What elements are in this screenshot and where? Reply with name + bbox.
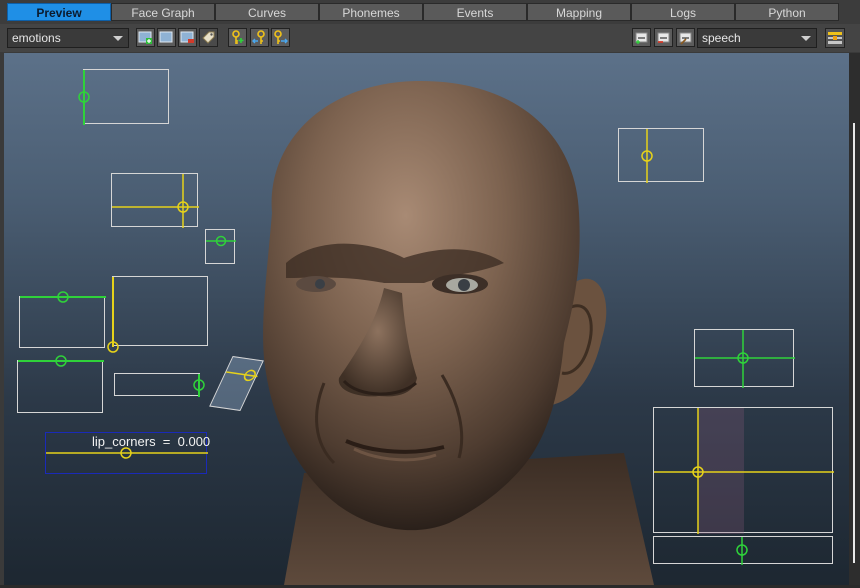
remove-frame-icon (180, 31, 194, 43)
slider-remove-icon (657, 32, 670, 43)
control-brow-left[interactable] (78, 69, 169, 125)
chevron-down-icon (801, 36, 811, 41)
key-add-button[interactable] (228, 28, 247, 47)
key-add-icon (232, 30, 244, 44)
control-brow-right[interactable] (111, 173, 199, 228)
control-jaw[interactable] (107, 276, 208, 353)
add-frame-icon (138, 31, 152, 44)
speech-dropdown[interactable]: speech (697, 28, 817, 48)
speech-dropdown-value: speech (702, 31, 741, 45)
frame-button[interactable] (157, 28, 176, 47)
key-right-button[interactable] (271, 28, 290, 47)
control-head-tilt[interactable] (653, 536, 833, 565)
control-mouth-horizontal-marker (193, 374, 205, 397)
control-cheek-left[interactable] (19, 291, 106, 348)
emotions-dropdown-value: emotions (12, 31, 61, 45)
control-brow-right-side[interactable] (618, 128, 704, 183)
scrollbar-track[interactable] (853, 123, 855, 563)
slider-remove-button[interactable] (654, 28, 673, 47)
control-jaw-marker (107, 277, 119, 353)
slider-edit-icon (679, 32, 692, 45)
tab-logs[interactable]: Logs (631, 3, 735, 21)
key-left-icon (252, 30, 265, 44)
tab-events[interactable]: Events (423, 3, 527, 21)
slider-edit-button[interactable] (676, 28, 695, 47)
control-cheek-left-marker (20, 291, 106, 303)
tag-button[interactable] (199, 28, 218, 47)
toolbar: emotions speech (0, 24, 860, 52)
tag-icon (202, 31, 215, 44)
side-panel-edge (849, 53, 860, 588)
emotions-dropdown[interactable]: emotions (7, 28, 129, 48)
panel-settings-button[interactable] (825, 28, 845, 48)
panel-settings-icon (828, 32, 842, 44)
tab-curves[interactable]: Curves (215, 3, 319, 21)
frame-icon (159, 31, 173, 43)
key-right-icon (274, 30, 288, 44)
control-head-rotation-marker (654, 408, 834, 534)
control-brow-left-marker (78, 70, 90, 125)
tab-bar: Preview Face Graph Curves Phonemes Event… (0, 0, 860, 24)
control-eye-small-marker (206, 235, 236, 247)
tab-phonemes[interactable]: Phonemes (319, 3, 423, 21)
tab-mapping[interactable]: Mapping (527, 3, 631, 21)
lip-corners-readout: lip_corners = 0.000 (92, 434, 211, 449)
remove-frame-button[interactable] (178, 28, 197, 47)
control-cheek-lower[interactable] (17, 355, 104, 413)
control-mouth-horizontal[interactable] (114, 373, 205, 397)
control-head-tilt-marker (736, 537, 748, 565)
tab-face-graph[interactable]: Face Graph (111, 3, 215, 21)
control-eye-direction-marker (695, 330, 795, 388)
control-cheek-lower-marker (18, 355, 104, 367)
tab-python[interactable]: Python (735, 3, 839, 21)
control-eye-small[interactable] (205, 229, 236, 264)
add-frame-button[interactable] (136, 28, 155, 47)
control-head-rotation[interactable] (653, 407, 834, 534)
chevron-down-icon (113, 36, 123, 41)
slider-add-icon (635, 32, 648, 44)
control-eye-direction[interactable] (694, 329, 795, 388)
control-brow-right-side-marker (641, 129, 653, 183)
control-brow-right-marker (112, 174, 199, 228)
key-left-button[interactable] (250, 28, 269, 47)
tab-preview[interactable]: Preview (7, 3, 111, 21)
preview-viewport[interactable]: lip_corners = 0.000 (4, 53, 849, 585)
slider-add-button[interactable] (632, 28, 651, 47)
